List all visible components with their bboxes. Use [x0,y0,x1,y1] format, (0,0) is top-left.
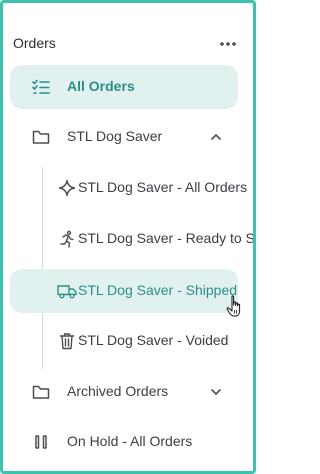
sidebar-item-label: STL Dog Saver [67,128,163,144]
sidebar-item-label: All Orders [67,78,135,94]
folder-icon [31,127,51,147]
pause-icon [31,432,51,452]
sidebar-header: Orders [13,33,249,57]
sidebar-item-label: STL Dog Saver - All Orders [78,179,248,195]
sidebar-title: Orders [13,35,56,51]
sidebar-folder-stl-dog-saver[interactable]: STL Dog Saver [10,115,238,159]
sidebar-item-on-hold[interactable]: On Hold - All Orders [10,420,238,464]
sidebar-item-label: STL Dog Saver - Shipped [78,282,238,298]
folder-icon [31,382,51,402]
sidebar-item-label: Archived Orders [67,383,169,399]
orders-sidebar: Orders All Orders STL Dog Saver STL Dog … [0,0,256,474]
sidebar-folder-archived-orders[interactable]: Archived Orders [10,370,238,414]
sidebar-item-stl-ready-to-ship[interactable]: STL Dog Saver - Ready to Sh [10,217,253,261]
sidebar-item-all-orders[interactable]: All Orders [10,65,238,109]
trash-icon [57,331,77,351]
sidebar-item-stl-all-orders[interactable]: STL Dog Saver - All Orders [10,166,247,210]
checklist-icon [31,77,51,97]
chevron-down-icon[interactable] [208,384,224,400]
sidebar-item-stl-voided[interactable]: STL Dog Saver - Voided [10,319,238,363]
more-options-button[interactable] [217,33,239,55]
sidebar-item-label: STL Dog Saver - Voided [78,332,229,348]
sparkle-icon [57,178,77,198]
running-person-icon [57,229,77,249]
more-horizontal-icon [220,42,236,46]
chevron-up-icon[interactable] [208,129,224,145]
sidebar-item-label: On Hold - All Orders [67,433,193,449]
truck-icon [57,281,77,301]
sidebar-item-label: STL Dog Saver - Ready to Sh [78,230,256,246]
sidebar-item-stl-shipped[interactable]: STL Dog Saver - Shipped [10,269,238,313]
hand-pointer-cursor-icon [226,295,241,317]
